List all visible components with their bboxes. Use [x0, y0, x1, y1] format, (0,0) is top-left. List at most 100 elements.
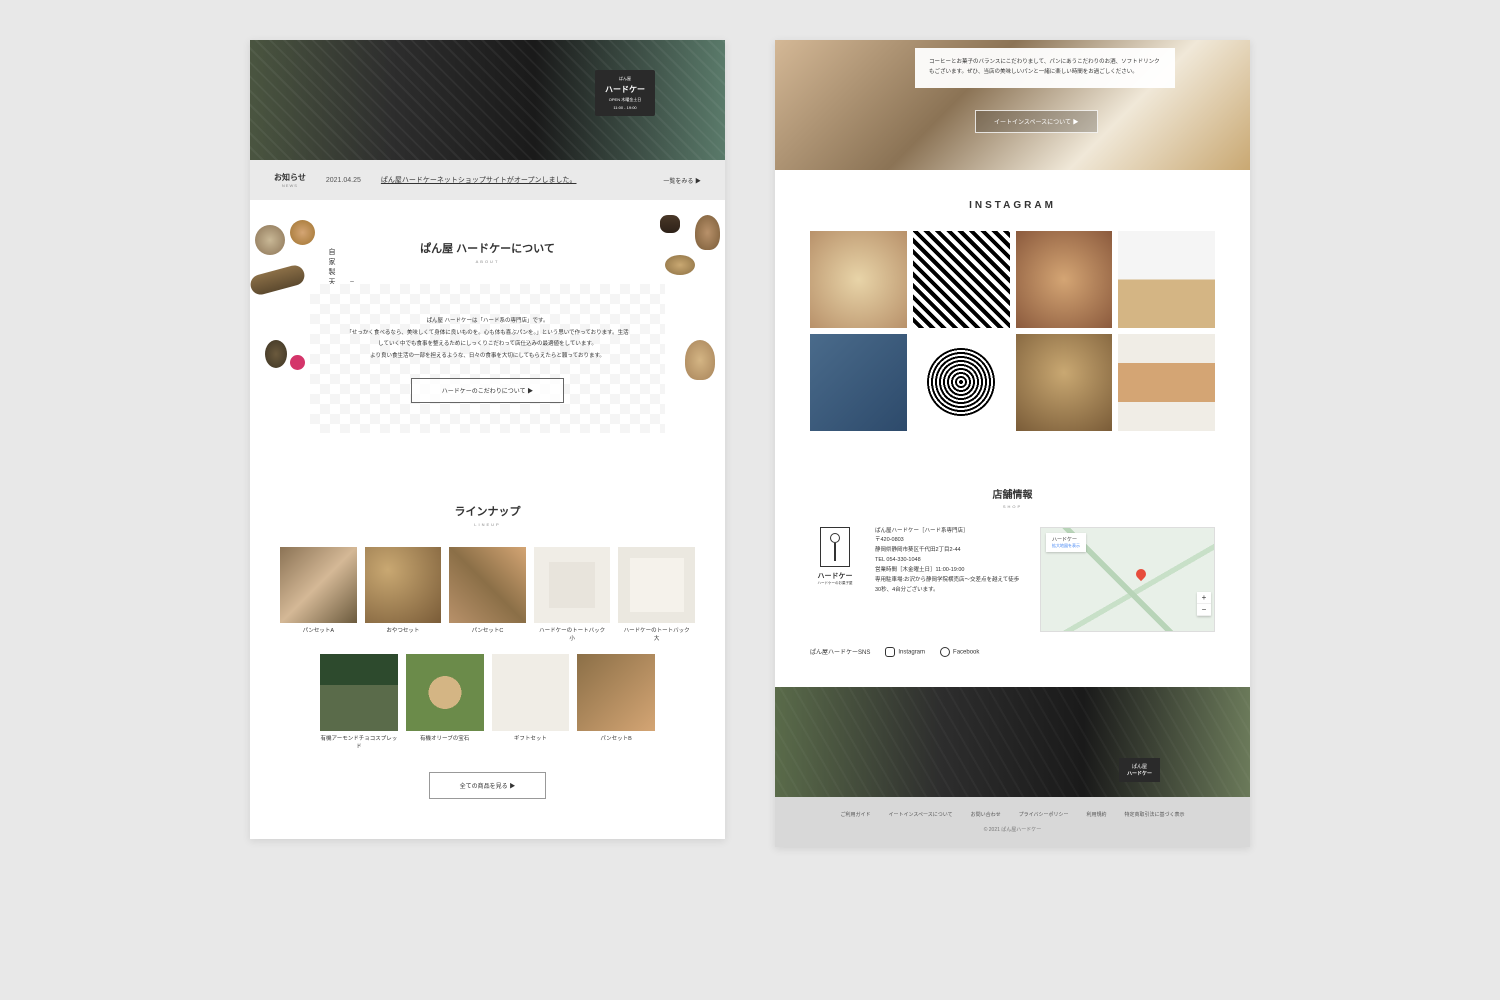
page-upper: ぱん屋 ハードケー OPEN 木曜金土日 11:00 - 19:00 お知らせ … — [250, 40, 725, 839]
instagram-label: Instagram — [898, 649, 925, 655]
lineup-title: ラインナップ — [280, 503, 695, 519]
shop-section: 店舗情報 SHOP ハードケー ハードケーのお菓子屋 ぱん屋ハードケー［ハード系… — [775, 461, 1250, 687]
about-more-button[interactable]: ハードケーのこだわりについて ▶ — [411, 378, 565, 403]
bread-decoration-icon — [685, 340, 715, 380]
lineup-all-button[interactable]: 全ての商品を見る ▶ — [429, 772, 547, 799]
product-name: ギフトセット — [492, 736, 570, 744]
shop-logo-icon — [820, 527, 850, 567]
about-p2: 「せっかく食べるなら、美味しくて身体に良いものを。心も体も喜ぶパンを。」という思… — [345, 328, 630, 349]
product-name: ハードケーのトートバック 小 — [534, 628, 611, 643]
bread-decoration-icon — [265, 340, 287, 368]
shop-name: ぱん屋ハードケー［ハード系専門店］ — [875, 527, 1025, 537]
product-thumb — [618, 547, 695, 624]
berry-decoration-icon — [290, 355, 305, 370]
instagram-section: INSTAGRAM — [775, 170, 1250, 461]
lineup-grid-1: パンセットA おやつセット パンセットC ハードケーのトートバック 小 ハードケ… — [280, 547, 695, 644]
eatin-section: コーヒーとお菓子のバランスにこだわりまして、パンにあうこだわりのお酒、ソフトドリ… — [775, 40, 1250, 170]
instagram-post[interactable] — [913, 334, 1010, 431]
shop-info: ぱん屋ハードケー［ハード系専門店］ 〒420-0803 静岡県静岡市葵区千代田2… — [875, 527, 1025, 596]
shop-subtitle: SHOP — [810, 504, 1215, 509]
news-more-link[interactable]: 一覧をみる ▶ — [663, 176, 701, 185]
map-zoom-controls: + − — [1197, 592, 1211, 616]
shop-tel: TEL 054-330-1048 — [875, 556, 1025, 566]
product-thumb — [492, 654, 570, 732]
hero-signboard: ぱん屋 ハードケー OPEN 木曜金土日 11:00 - 19:00 — [595, 70, 655, 116]
shop-map[interactable]: ハードケー 拡大地図を表示 + − — [1040, 527, 1215, 632]
shop-title: 店舗情報 — [810, 486, 1215, 501]
map-zoom-in-button[interactable]: + — [1197, 592, 1211, 604]
product-name: パンセットB — [577, 736, 655, 744]
baguette-decoration-icon — [248, 263, 306, 297]
hero-image: ぱん屋 ハードケー OPEN 木曜金土日 11:00 - 19:00 — [250, 40, 725, 160]
product-name: おやつセット — [365, 628, 442, 636]
shop-body: ハードケー ハードケーのお菓子屋 ぱん屋ハードケー［ハード系専門店］ 〒420-… — [810, 527, 1215, 632]
map-label[interactable]: ハードケー 拡大地図を表示 — [1046, 533, 1086, 552]
facebook-link[interactable]: Facebook — [940, 647, 979, 657]
product-name: 有機アーモンドチョコスプレッド — [320, 736, 398, 751]
footer-link[interactable]: ご利用ガイド — [840, 811, 870, 818]
map-pin-icon — [1134, 567, 1148, 581]
product-name: パンセットA — [280, 628, 357, 636]
about-box: ぱん屋 ハードケーは「ハード系の専門店」です。 「せっかく食べるなら、美味しくて… — [310, 284, 665, 433]
product-item[interactable]: 有機アーモンドチョコスプレッド — [320, 654, 398, 752]
copyright: © 2021 ぱん屋ハードケー — [789, 826, 1236, 833]
instagram-post[interactable] — [1016, 334, 1113, 431]
news-headline-link[interactable]: ぱん屋ハードケーネットショップサイトがオープンしました。 — [381, 175, 643, 185]
product-item[interactable]: ハードケーのトートバック 大 — [618, 547, 695, 644]
bread-decoration-icon — [695, 215, 720, 250]
product-item[interactable]: おやつセット — [365, 547, 442, 644]
eatin-text: コーヒーとお菓子のバランスにこだわりまして、パンにあうこだわりのお酒、ソフトドリ… — [915, 48, 1175, 88]
product-item[interactable]: ハードケーのトートバック 小 — [534, 547, 611, 644]
shop-access: 専用駐車場:お沢から静岡学院横売店〜交差点を越えて徒歩30秒、4台分ございます。 — [875, 576, 1025, 596]
eatin-button[interactable]: イートインスペースについて ▶ — [975, 110, 1098, 133]
product-thumb — [406, 654, 484, 732]
footer-link[interactable]: 特定商取引法に基づく表示 — [1125, 811, 1185, 818]
sign-hours: 11:00 - 19:00 — [605, 105, 645, 110]
shop-sns: ぱん屋ハードケーSNS Instagram Facebook — [810, 647, 1215, 657]
product-item[interactable]: ギフトセット — [492, 654, 570, 752]
page-lower: コーヒーとお菓子のバランスにこだわりまして、パンにあうこだわりのお酒、ソフトドリ… — [775, 40, 1250, 847]
sign-name: ハードケー — [605, 84, 645, 95]
croissant-decoration-icon — [660, 215, 680, 233]
instagram-link[interactable]: Instagram — [885, 647, 925, 657]
footer-image: ぱん屋 ハードケー — [775, 687, 1250, 797]
footer: ご利用ガイド イートインスペースについて お問い合わせ プライバシーポリシー 利… — [775, 797, 1250, 847]
footer-link[interactable]: 利用規約 — [1087, 811, 1107, 818]
footer-link[interactable]: イートインスペースについて — [888, 811, 952, 818]
shop-logo-name: ハードケー — [810, 571, 860, 581]
footer-signboard: ぱん屋 ハードケー — [1119, 758, 1160, 782]
map-zoom-out-button[interactable]: − — [1197, 604, 1211, 616]
facebook-label: Facebook — [953, 649, 979, 655]
news-bar: お知らせ NEWS 2021.04.25 ぱん屋ハードケーネットショップサイトが… — [250, 160, 725, 200]
shop-hours: 営業時間［木金曜土日］11:00-19:00 — [875, 566, 1025, 576]
product-item[interactable]: 有機オリーブの宝石 — [406, 654, 484, 752]
sign-open: OPEN 木曜金土日 — [605, 97, 645, 103]
bread-decoration-icon — [255, 225, 285, 255]
instagram-post[interactable] — [913, 231, 1010, 328]
footer-link[interactable]: お問い合わせ — [971, 811, 1001, 818]
news-date: 2021.04.25 — [326, 177, 361, 184]
instagram-post[interactable] — [1118, 334, 1215, 431]
instagram-post[interactable] — [810, 231, 907, 328]
product-item[interactable]: パンセットA — [280, 547, 357, 644]
about-p1: ぱん屋 ハードケーは「ハード系の専門店」です。 — [345, 316, 630, 326]
facebook-icon — [940, 647, 950, 657]
instagram-post[interactable] — [1016, 231, 1113, 328]
bread-decoration-icon — [665, 255, 695, 275]
footer-sign-tagline: ぱん屋 — [1127, 763, 1152, 770]
bread-decoration-icon — [290, 220, 315, 245]
news-label: お知らせ NEWS — [274, 172, 306, 188]
instagram-title: INSTAGRAM — [810, 200, 1215, 211]
instagram-post[interactable] — [1118, 231, 1215, 328]
product-name: 有機オリーブの宝石 — [406, 736, 484, 744]
sns-label: ぱん屋ハードケーSNS — [810, 647, 870, 656]
map-enlarge-link[interactable]: 拡大地図を表示 — [1052, 543, 1080, 549]
product-item[interactable]: パンセットC — [449, 547, 526, 644]
product-thumb — [449, 547, 526, 624]
instagram-icon — [885, 647, 895, 657]
footer-link[interactable]: プライバシーポリシー — [1019, 811, 1069, 818]
about-p3: より良い食生活の一部を担えるような、日々の食事を大切にしてもらえたらと願っており… — [345, 351, 630, 361]
product-item[interactable]: パンセットB — [577, 654, 655, 752]
instagram-post[interactable] — [810, 334, 907, 431]
lineup-section: ラインナップ LINEUP パンセットA おやつセット パンセットC ハードケー… — [250, 483, 725, 839]
